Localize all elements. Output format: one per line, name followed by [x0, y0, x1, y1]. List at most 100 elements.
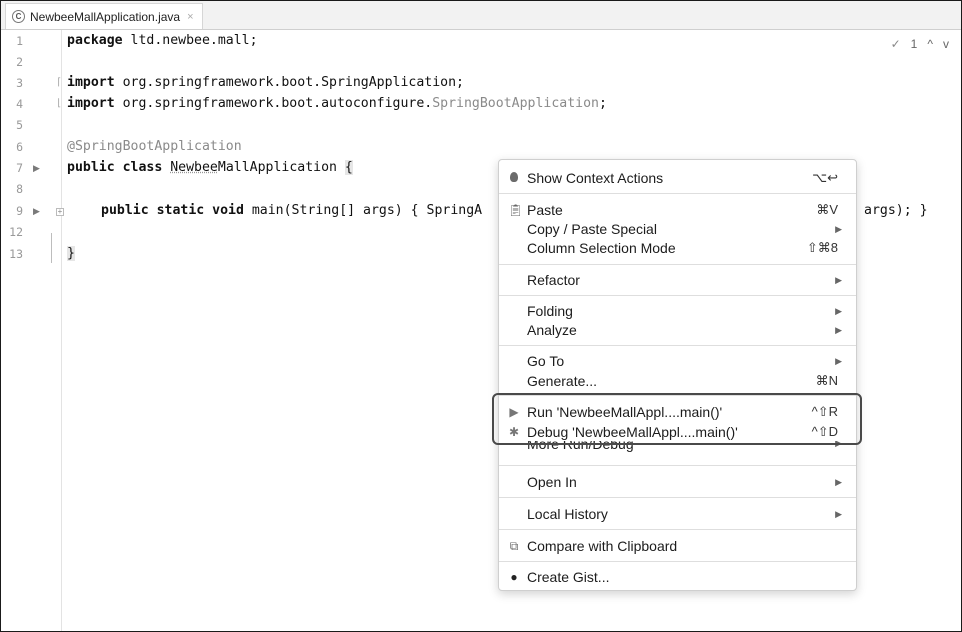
previous-highlight-icon[interactable]: ^: [927, 37, 933, 51]
menu-item-local-history[interactable]: Local History ▶: [499, 504, 856, 524]
submenu-arrow-icon: ▶: [835, 324, 842, 335]
code-line-4[interactable]: import org.springframework.boot.autoconf…: [67, 95, 607, 113]
line-number: 3: [16, 76, 23, 90]
editor-tab-bar: C NewbeeMallApplication.java ×: [1, 1, 961, 30]
line-number: 12: [9, 225, 23, 239]
code-line-7[interactable]: public class NewbeeMallApplication {: [67, 159, 353, 177]
tab-title: NewbeeMallApplication.java: [30, 9, 181, 24]
keyword: import: [67, 75, 115, 90]
code-line-9-tail[interactable]: args); }: [864, 202, 928, 220]
ide-window: C NewbeeMallApplication.java × 1 2 3 4 5…: [0, 0, 962, 632]
menu-separator: [499, 264, 856, 265]
fold-marker-icon[interactable]: ⌊: [56, 98, 62, 109]
class-icon: C: [12, 10, 25, 23]
code-text: args); }: [864, 203, 928, 218]
menu-separator: [499, 561, 856, 562]
menu-separator: [499, 295, 856, 296]
menu-separator: [499, 193, 856, 194]
editor-context-menu: Show Context Actions ⌥↩ 📋︎ Paste ⌘V Copy…: [498, 159, 857, 591]
submenu-arrow-icon: ▶: [835, 305, 842, 316]
menu-item-label: Copy / Paste Special: [527, 221, 657, 237]
code-line-9[interactable]: public static void main(String[] args) {…: [101, 202, 482, 220]
shortcut: ⇧⌘8: [806, 240, 838, 255]
run-debug-highlight: [492, 393, 862, 445]
menu-item-paste[interactable]: 📋︎ Paste ⌘V: [499, 200, 856, 220]
menu-item-create-gist[interactable]: ● Create Gist...: [499, 567, 856, 587]
annotation: @SpringBootApplication: [67, 139, 242, 154]
menu-item-column-selection-mode[interactable]: Column Selection Mode ⇧⌘8: [499, 238, 856, 258]
brace-guide: [51, 233, 52, 263]
code-text: org.springframework.boot.autoconfigure.: [114, 96, 433, 111]
shortcut: ⌥↩: [812, 170, 838, 185]
menu-item-compare-with-clipboard[interactable]: ⧉ Compare with Clipboard: [499, 536, 856, 556]
code-line-6[interactable]: @SpringBootApplication: [67, 138, 242, 156]
code-line-3[interactable]: import org.springframework.boot.SpringAp…: [67, 74, 464, 92]
keyword: public static void: [101, 203, 244, 218]
menu-item-show-context-actions[interactable]: Show Context Actions ⌥↩: [499, 168, 856, 188]
code-text: main(String[] args) { SpringA: [243, 203, 483, 218]
line-number: 2: [16, 55, 23, 69]
code-line-13[interactable]: }: [67, 245, 75, 263]
submenu-arrow-icon: ▶: [835, 476, 842, 487]
run-gutter-icon[interactable]: ▶: [33, 163, 40, 174]
menu-item-label: Refactor: [527, 272, 580, 288]
menu-item-refactor[interactable]: Refactor ▶: [499, 270, 856, 290]
menu-item-label: Compare with Clipboard: [527, 538, 678, 554]
next-highlight-icon[interactable]: v: [943, 37, 949, 51]
fold-toggle-icon[interactable]: +: [56, 208, 64, 216]
fold-marker-icon[interactable]: ⌈: [56, 77, 62, 88]
menu-item-open-in[interactable]: Open In ▶: [499, 472, 856, 492]
menu-item-label: Local History: [527, 506, 608, 522]
class-name-part: Newbee: [170, 160, 218, 175]
submenu-arrow-icon: ▶: [835, 223, 842, 234]
tab-newbeemallapplication[interactable]: C NewbeeMallApplication.java ×: [5, 3, 203, 29]
line-number: 4: [16, 97, 23, 111]
menu-item-folding[interactable]: Folding ▶: [499, 301, 856, 321]
line-number: 5: [16, 118, 23, 132]
check-icon: ✓: [890, 37, 901, 51]
menu-separator: [499, 497, 856, 498]
brace: }: [67, 246, 75, 261]
line-number: 9: [16, 204, 23, 218]
code-text: ltd.newbee.mall;: [122, 33, 258, 48]
line-number: 7: [16, 161, 23, 175]
menu-item-analyze[interactable]: Analyze ▶: [499, 320, 856, 340]
menu-item-generate[interactable]: Generate... ⌘N: [499, 371, 856, 391]
inspection-count: 1: [910, 37, 918, 51]
menu-item-label: Column Selection Mode: [527, 240, 676, 256]
code-text: ;: [598, 96, 607, 111]
keyword: import: [67, 96, 115, 111]
class-name-part: MallApplication: [217, 160, 337, 175]
clipboard-icon: 📋︎: [508, 203, 524, 217]
inspections-widget[interactable]: ✓ 1 ^ v: [891, 37, 949, 51]
github-icon: ●: [510, 570, 518, 584]
shortcut: ⌘V: [816, 202, 838, 217]
submenu-arrow-icon: ▶: [835, 274, 842, 285]
menu-item-label: Paste: [527, 202, 563, 218]
close-icon[interactable]: ×: [187, 11, 193, 23]
brace: {: [344, 160, 353, 175]
editor-gutter: 1 2 3 4 5 6 7 8 9 12 13 ▶ ▶ ⌈ ⌊ +: [1, 30, 64, 631]
menu-item-label: Go To: [527, 353, 565, 369]
line-number: 8: [16, 182, 23, 196]
code-line-1[interactable]: package ltd.newbee.mall;: [67, 32, 258, 50]
menu-separator: [499, 465, 856, 466]
menu-item-label: Show Context Actions: [527, 170, 664, 186]
menu-item-label: Generate...: [527, 373, 598, 389]
bulb-icon: [508, 171, 520, 185]
menu-item-copy-paste-special[interactable]: Copy / Paste Special ▶: [499, 219, 856, 239]
run-gutter-icon[interactable]: ▶: [33, 206, 40, 217]
menu-separator: [499, 529, 856, 530]
menu-item-label: Open In: [527, 474, 577, 490]
menu-separator: [499, 345, 856, 346]
compare-icon: ⧉: [509, 538, 519, 553]
keyword: package: [67, 33, 123, 48]
submenu-arrow-icon: ▶: [835, 355, 842, 366]
submenu-arrow-icon: ▶: [835, 508, 842, 519]
menu-item-label: Folding: [527, 303, 573, 319]
menu-item-label: Analyze: [527, 322, 577, 338]
code-text: org.springframework.boot.SpringApplicati…: [114, 75, 464, 90]
shortcut: ⌘N: [815, 373, 838, 388]
line-number: 1: [16, 34, 23, 48]
menu-item-go-to[interactable]: Go To ▶: [499, 351, 856, 371]
